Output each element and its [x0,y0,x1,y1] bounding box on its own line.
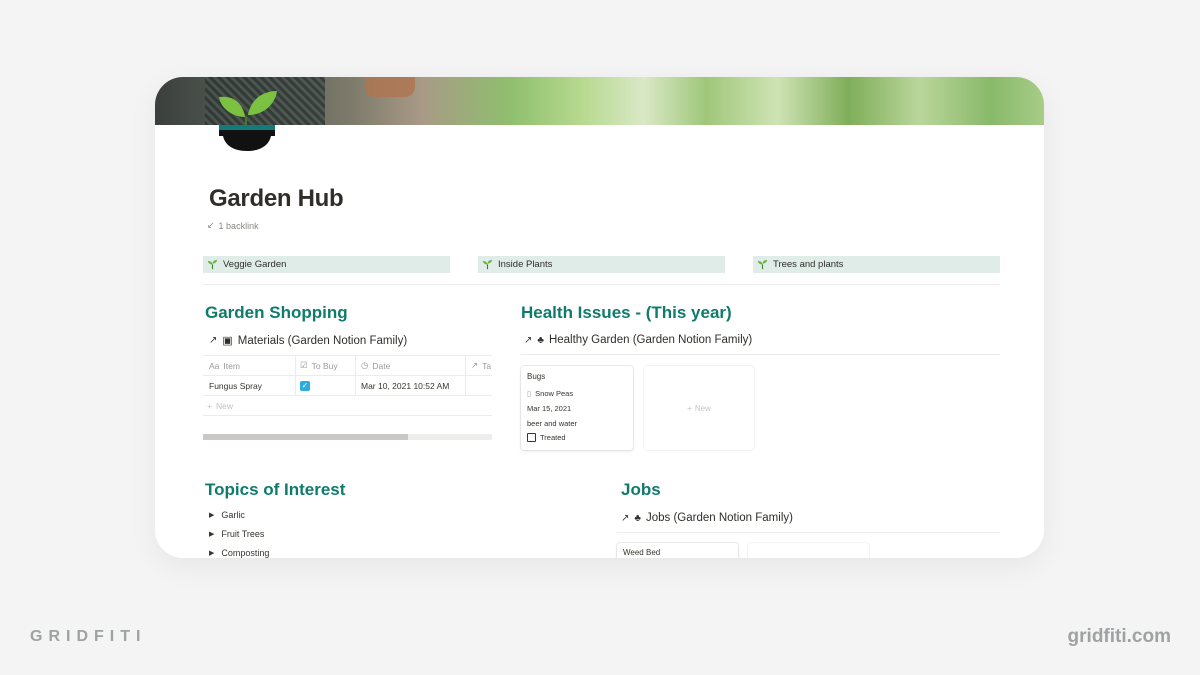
toggle-label: Garlic [221,510,245,520]
column-header-label: To Buy [311,360,338,371]
cell-to-buy[interactable]: ✓ [300,376,310,395]
toggle-triangle-icon[interactable]: ▶ [209,511,214,519]
db-divider [617,532,1000,533]
column-header-label: Item [223,360,240,371]
backlink-label: 1 backlink [218,220,259,231]
unchecked-checkbox[interactable] [527,433,536,442]
page-link-trees-and-plants[interactable]: Trees and plants [753,256,1000,273]
seedling-icon [207,259,218,270]
column-divider [355,356,356,375]
materials-table: Aa Item ☑ To Buy ◷ Date ↗ Ta Fungus Spra… [203,355,492,416]
topics-heading: Topics of Interest [205,480,346,499]
seedling-icon [482,259,493,270]
column-header-label: Date [372,360,391,371]
clock-icon: ◷ [361,360,369,370]
column-divider [355,376,356,395]
new-row-button[interactable]: + New [203,396,492,416]
linked-db-arrow-icon: ↗ [524,334,533,346]
jobs-db-label: Jobs (Garden Notion Family) [645,512,793,524]
notion-page-card: Garden Hub ↙ 1 backlink Veggie Garden In… [155,77,1044,558]
checked-checkbox[interactable]: ✓ [300,380,310,391]
card-group-label: Bugs [527,372,546,381]
card-plant-property[interactable]: ▯ Snow Peas [527,389,573,398]
column-header-date[interactable]: ◷ Date [361,356,390,375]
scrollbar-thumb[interactable] [203,434,409,440]
toggle-triangle-icon[interactable]: ▶ [209,549,214,557]
materials-db-icon: ▣ [222,335,233,347]
treated-label: Treated [540,433,566,442]
column-header-item[interactable]: Aa Item [209,356,240,375]
new-card-label: New [694,403,711,413]
toggle-item-garlic[interactable]: ▶ Garlic [209,510,245,520]
column-header-label: Ta [482,360,492,371]
cover-image[interactable] [155,77,1044,125]
gridfiti-logo-text: GRIDFITI [30,628,147,645]
column-divider [295,356,296,375]
new-row-label: New [215,400,233,411]
gallery-card-weed-bed[interactable]: Weed Bed [617,543,738,558]
page-link-veggie-garden[interactable]: Veggie Garden [203,256,450,273]
text-property-icon: Aa [209,360,220,371]
column-header-to-buy[interactable]: ☑ To Buy [300,356,338,375]
column-header-tags[interactable]: ↗ Ta [471,356,491,375]
cell-date[interactable]: Mar 10, 2021 10:52 AM [361,376,449,395]
linked-db-arrow-icon: ↗ [209,335,218,346]
db-divider [521,354,1000,355]
gridfiti-url: gridfiti.com [1067,626,1171,647]
bonsai-plant-icon[interactable] [215,85,279,153]
card-title: Weed Bed [623,548,661,557]
backlink-arrow-icon: ↙ [207,220,215,230]
page-link-inside-plants[interactable]: Inside Plants [478,256,725,273]
section-divider [203,284,1000,285]
healthy-garden-db-label: Healthy Garden (Garden Notion Family) [548,334,753,346]
card-date: Mar 15, 2021 [527,404,572,413]
healthy-garden-database-title[interactable]: ↗ ♣ Healthy Garden (Garden Notion Family… [524,334,752,346]
toggle-triangle-icon[interactable]: ▶ [209,530,214,538]
plus-icon: + [687,403,692,413]
relation-arrow-icon: ↗ [471,360,479,370]
materials-db-label: Materials (Garden Notion Family) [237,334,408,347]
checkbox-property-icon: ☑ [300,360,308,370]
jobs-database-title[interactable]: ↗ ♣ Jobs (Garden Notion Family) [621,512,793,524]
table-header-row: Aa Item ☑ To Buy ◷ Date ↗ Ta [203,355,492,376]
gallery-card-placeholder[interactable] [748,543,869,558]
materials-database-title[interactable]: ↗ ▣ Materials (Garden Notion Family) [209,334,408,348]
horizontal-scrollbar[interactable] [203,434,492,440]
page-link-label: Inside Plants [498,259,553,270]
page-icon: ▯ [527,389,532,398]
toggle-label: Composting [221,548,270,558]
page-link-label: Veggie Garden [223,259,287,270]
plus-icon: + [207,400,212,411]
toggle-label: Fruit Trees [221,529,265,539]
jobs-heading: Jobs [621,480,661,499]
column-divider [465,376,466,395]
cover-pot-shape [365,77,415,97]
page-link-label: Trees and plants [773,259,844,270]
cell-item[interactable]: Fungus Spray [209,376,262,395]
table-row[interactable]: Fungus Spray ✓ Mar 10, 2021 10:52 AM [203,376,492,396]
gallery-card-bugs[interactable]: Bugs ▯ Snow Peas Mar 15, 2021 beer and w… [521,366,633,450]
garden-shopping-heading: Garden Shopping [205,303,348,322]
toggle-item-fruit-trees[interactable]: ▶ Fruit Trees [209,529,264,539]
seedling-icon [757,259,768,270]
card-treated-property[interactable]: Treated [527,433,566,442]
health-issues-heading: Health Issues - (This year) [521,303,732,322]
toggle-item-composting[interactable]: ▶ Composting [209,548,269,558]
backlink-button[interactable]: ↙ 1 backlink [207,220,259,231]
card-remedy: beer and water [527,419,578,428]
linked-db-arrow-icon: ↗ [621,512,630,524]
card-plant-label: Snow Peas [535,389,574,398]
potted-plant-icon: ♣ [537,334,544,346]
page-title: Garden Hub [209,185,344,212]
column-divider [295,376,296,395]
potted-plant-icon: ♣ [634,512,641,524]
new-card-button[interactable]: + New [644,366,754,450]
column-divider [465,356,466,375]
